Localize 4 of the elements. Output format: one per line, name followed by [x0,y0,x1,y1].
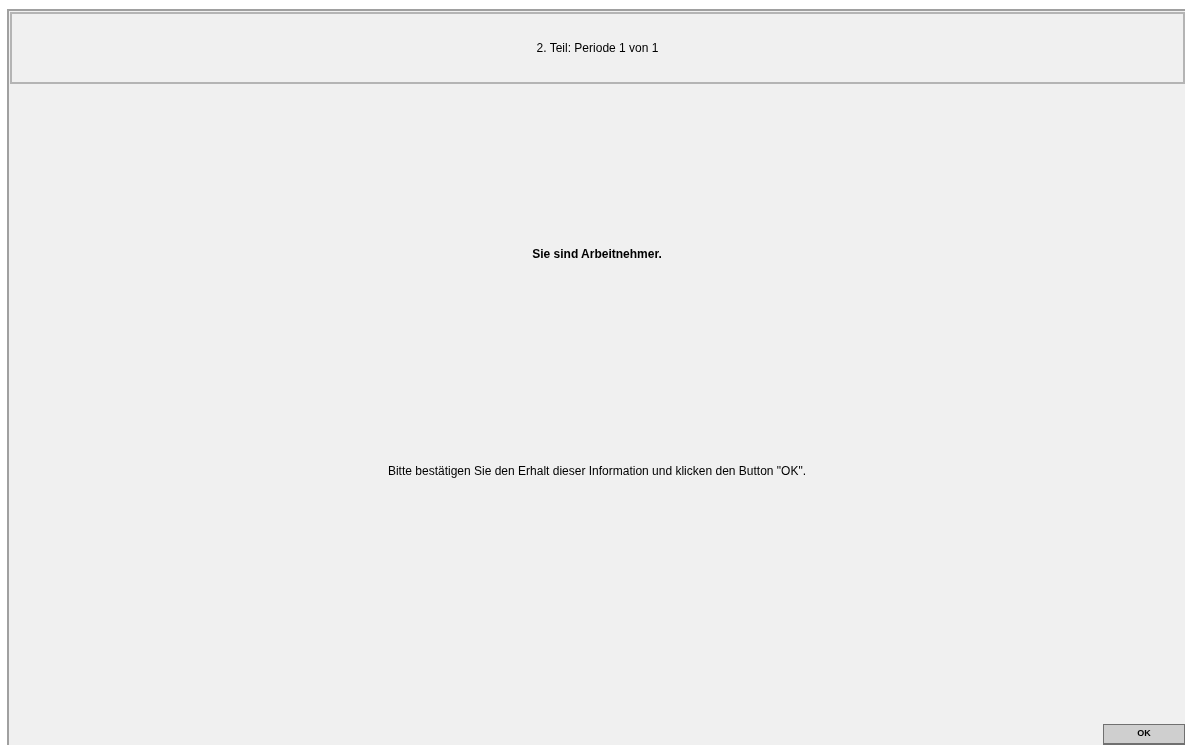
header-title: 2. Teil: Periode 1 von 1 [536,40,659,57]
role-message: Sie sind Arbeitnehmer. [532,246,662,263]
ok-button[interactable]: OK [1103,724,1185,745]
instruction-text: Bitte bestätigen Sie den Erhalt dieser Information und klicken den Button "OK". [387,463,807,480]
